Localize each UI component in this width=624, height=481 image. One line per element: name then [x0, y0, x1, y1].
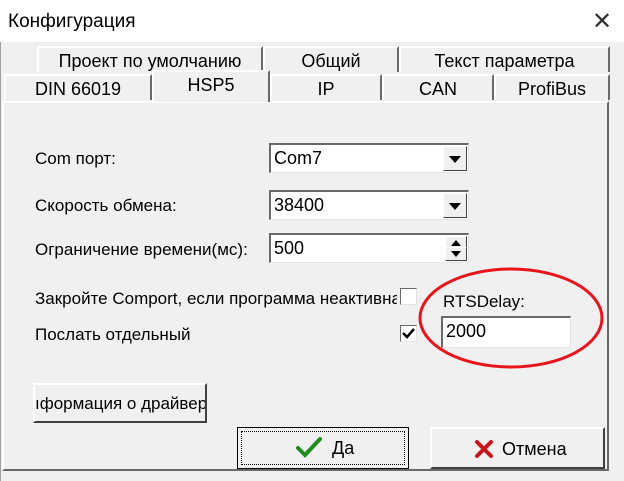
timeout-value: 500: [274, 238, 305, 258]
com-port-select[interactable]: Com7: [269, 143, 469, 173]
baud-rate-select[interactable]: 38400: [269, 190, 469, 220]
ok-button[interactable]: Да: [237, 427, 409, 469]
close-comport-label: Закройте Comport, если программа неактив…: [35, 289, 397, 308]
com-port-label: Com порт:: [35, 149, 116, 168]
check-icon: [296, 437, 322, 458]
baud-rate-value: 38400: [274, 195, 325, 215]
close-comport-checkbox[interactable]: [400, 288, 417, 305]
cancel-button-label: Отмена: [502, 439, 567, 459]
timeout-spinner[interactable]: 500: [269, 233, 469, 263]
driver-info-button[interactable]: ıформация о драйвер: [33, 383, 207, 423]
baud-rate-label: Скорость обмена:: [35, 196, 177, 215]
send-separate-checkbox[interactable]: [400, 325, 417, 342]
dropdown-arrow-icon[interactable]: [443, 193, 467, 218]
spin-down-icon[interactable]: [445, 247, 467, 261]
x-icon: [475, 440, 493, 458]
annotation-ellipse: [418, 267, 604, 369]
timeout-label: Ограничение времени(мс):: [35, 240, 248, 259]
com-port-value: Com7: [274, 148, 323, 168]
send-separate-label: Послать отдельный: [35, 325, 191, 344]
driver-info-button-label: ıформация о драйвер: [35, 394, 207, 413]
checkmark-icon: [402, 328, 415, 339]
dropdown-arrow-icon[interactable]: [443, 146, 467, 171]
ok-button-label: Да: [332, 438, 355, 458]
cancel-button[interactable]: Отмена: [430, 427, 605, 469]
